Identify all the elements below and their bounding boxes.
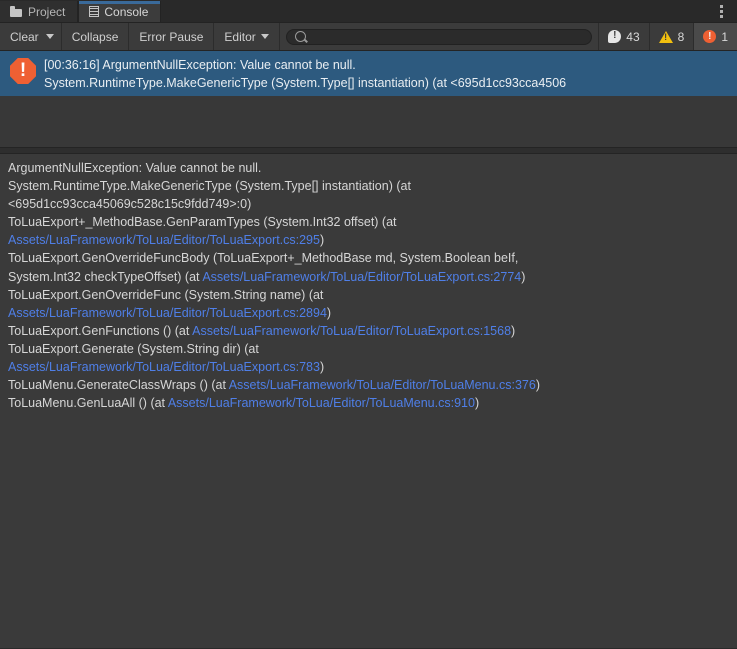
log-counters: 43 8 1 [598, 23, 737, 50]
stack-trace-text: ) [521, 269, 526, 284]
stack-trace-text: ArgumentNullException: Value cannot be n… [8, 161, 262, 175]
console-toolbar: Clear Collapse Error Pause Editor 43 [0, 23, 737, 51]
stack-trace-file-link[interactable]: Assets/LuaFramework/ToLua/Editor/ToLuaEx… [8, 360, 320, 374]
clear-button-label: Clear [10, 29, 39, 44]
info-icon [608, 28, 622, 43]
warning-icon [658, 30, 673, 43]
stack-trace-line: ToLuaExport.GenOverrideFunc (System.Stri… [8, 286, 729, 304]
stack-trace-text: ToLuaExport.GenFunctions () (at [8, 323, 193, 338]
tab-console-label: Console [104, 4, 149, 19]
stack-trace-text: System.Int32 checkTypeOffset) (at [8, 269, 203, 284]
stack-trace-text: ) [474, 396, 480, 411]
log-list-item-line1: [00:36:16] ArgumentNullException: Value … [44, 58, 356, 72]
info-count-toggle[interactable]: 43 [598, 23, 649, 50]
console-window: Project Console Clear Collapse Error Pau… [0, 0, 737, 649]
editor-dropdown-label: Editor [224, 29, 256, 44]
kebab-dot [719, 5, 723, 8]
stack-trace-line: ToLuaExport.Generate (System.String dir)… [8, 340, 729, 358]
stack-trace-text: System.RuntimeType.MakeGenericType (Syst… [8, 179, 411, 194]
collapse-button[interactable]: Collapse [61, 23, 130, 50]
stack-trace-line: System.RuntimeType.MakeGenericType (Syst… [8, 177, 729, 195]
error-count-toggle[interactable]: 1 [693, 23, 737, 50]
tab-console[interactable]: Console [78, 1, 162, 22]
log-list[interactable]: [00:36:16] ArgumentNullException: Value … [0, 51, 737, 147]
stack-trace-file-link[interactable]: Assets/LuaFramework/ToLua/Editor/ToLuaEx… [8, 233, 320, 247]
stack-trace-file-link[interactable]: Assets/LuaFramework/ToLua/Editor/ToLuaMe… [229, 378, 536, 392]
stack-trace-line: ToLuaMenu.GenerateClassWraps () (at Asse… [8, 376, 729, 394]
stack-trace-file-link[interactable]: Assets/LuaFramework/ToLua/Editor/ToLuaMe… [168, 396, 475, 410]
chevron-down-icon [260, 34, 269, 39]
clear-dropdown-button[interactable] [42, 23, 62, 50]
folder-icon [10, 5, 23, 18]
error-count-label: 1 [721, 29, 728, 44]
stack-trace-line: ToLuaExport.GenOverrideFuncBody (ToLuaEx… [8, 249, 729, 267]
stack-trace-text: ToLuaMenu.GenLuaAll () (at [8, 396, 168, 411]
log-list-item-text: [00:36:16] ArgumentNullException: Value … [44, 56, 731, 92]
clear-button[interactable]: Clear [0, 23, 43, 50]
panel-splitter[interactable] [0, 147, 737, 154]
search-input[interactable] [310, 30, 584, 43]
stack-trace-line: ToLuaExport.GenFunctions () (at Assets/L… [8, 322, 729, 340]
stack-trace-line: <695d1cc93cca45069c528c15c9fdd749>:0) [8, 195, 729, 213]
stack-trace-text: ToLuaExport.GenOverrideFunc (System.Stri… [8, 287, 324, 302]
stack-trace-file-link[interactable]: Assets/LuaFramework/ToLua/Editor/ToLuaEx… [202, 270, 521, 284]
search-container [279, 23, 599, 50]
log-list-item[interactable]: [00:36:16] ArgumentNullException: Value … [0, 51, 737, 96]
search-icon [294, 31, 306, 42]
tab-project[interactable]: Project [0, 1, 79, 22]
chevron-down-icon [45, 34, 54, 39]
stack-trace-line: ToLuaExport+_MethodBase.GenParamTypes (S… [8, 213, 729, 231]
stack-trace-line: ToLuaMenu.GenLuaAll () (at Assets/LuaFra… [8, 394, 729, 412]
error-pause-button[interactable]: Error Pause [129, 23, 215, 50]
tab-project-label: Project [28, 4, 66, 19]
error-pause-button-label: Error Pause [139, 29, 204, 44]
warning-count-toggle[interactable]: 8 [648, 23, 694, 50]
stack-trace-text: ToLuaExport.GenOverrideFuncBody (ToLuaEx… [8, 251, 519, 266]
stack-trace-text: ToLuaExport+_MethodBase.GenParamTypes (S… [8, 215, 397, 230]
stack-trace-line: System.Int32 checkTypeOffset) (at Assets… [8, 268, 729, 286]
kebab-dot [719, 15, 723, 18]
kebab-dot [719, 10, 723, 13]
stack-trace-text: <695d1cc93cca45069c528c15c9fdd749>:0) [8, 197, 252, 212]
kebab-menu-icon[interactable] [713, 3, 729, 20]
stack-trace-text: ) [319, 233, 325, 248]
stack-trace-file-link[interactable]: Assets/LuaFramework/ToLua/Editor/ToLuaEx… [192, 324, 511, 338]
stack-trace-panel[interactable]: ArgumentNullException: Value cannot be n… [0, 154, 737, 649]
tab-strip: Project Console [0, 0, 737, 23]
stack-trace-line: Assets/LuaFramework/ToLua/Editor/ToLuaEx… [8, 304, 729, 322]
stack-trace-line: ArgumentNullException: Value cannot be n… [8, 159, 729, 177]
stack-trace-text: ToLuaExport.Generate (System.String dir)… [8, 341, 259, 356]
stack-trace-file-link[interactable]: Assets/LuaFramework/ToLua/Editor/ToLuaEx… [8, 306, 327, 320]
info-count-label: 43 [626, 29, 640, 44]
log-list-item-line2: System.RuntimeType.MakeGenericType (Syst… [44, 76, 567, 90]
stack-trace-line: Assets/LuaFramework/ToLua/Editor/ToLuaEx… [8, 231, 729, 249]
error-icon [703, 30, 717, 43]
stack-trace-text: ) [535, 378, 540, 393]
search-box[interactable] [285, 28, 593, 45]
warning-count-label: 8 [677, 29, 685, 44]
console-icon [89, 6, 100, 17]
stack-trace-line: Assets/LuaFramework/ToLua/Editor/ToLuaEx… [8, 358, 729, 376]
collapse-button-label: Collapse [71, 29, 119, 44]
stack-trace-text: ) [319, 360, 325, 375]
editor-dropdown-button[interactable]: Editor [214, 23, 280, 50]
stack-trace-text: ) [511, 323, 516, 338]
stack-trace-text: ) [326, 305, 332, 320]
error-icon [10, 58, 36, 84]
stack-trace-text: ToLuaMenu.GenerateClassWraps () (at [8, 378, 229, 393]
